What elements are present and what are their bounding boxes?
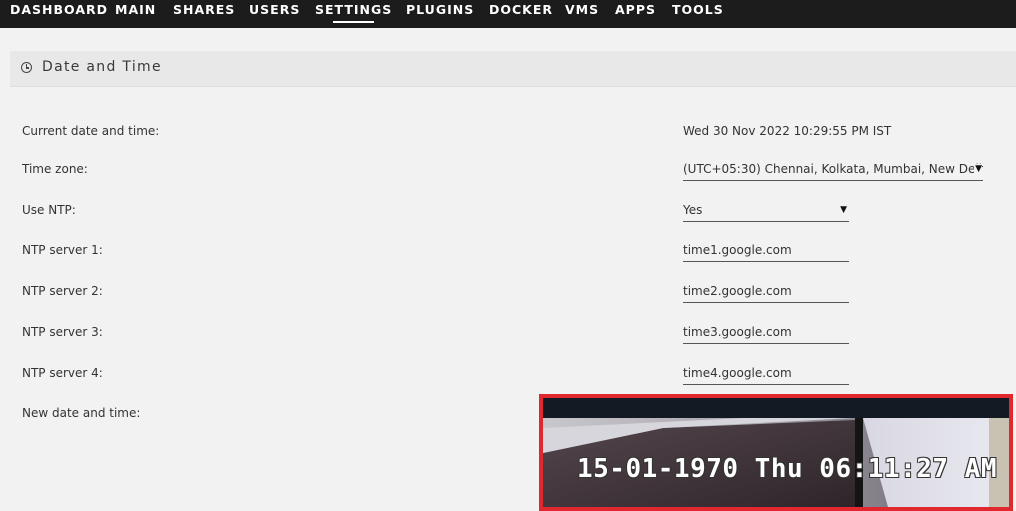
- ntp-select[interactable]: Yes ▼: [683, 201, 849, 222]
- nav-apps[interactable]: APPS: [615, 2, 656, 17]
- ntp-server-4-input[interactable]: time4.google.com: [683, 364, 849, 385]
- ntp-server-4-value: time4.google.com: [683, 366, 792, 380]
- clock-icon: [21, 62, 32, 73]
- nav-users[interactable]: USERS: [249, 2, 300, 17]
- top-nav-bar: DASHBOARD MAIN SHARES USERS SETTINGS PLU…: [0, 0, 1016, 28]
- chevron-down-icon: ▼: [974, 164, 982, 174]
- ntp-server-1-input[interactable]: time1.google.com: [683, 241, 849, 262]
- ntp-server-2-label: NTP server 2:: [22, 284, 103, 298]
- section-header: Date and Time: [10, 51, 1016, 87]
- nav-dashboard[interactable]: DASHBOARD: [10, 2, 108, 17]
- ntp-server-1-value: time1.google.com: [683, 243, 792, 257]
- ntp-label: Use NTP:: [22, 203, 76, 217]
- new-datetime-label: New date and time:: [22, 406, 141, 420]
- camera-snapshot: 15-01-1970 Thu 06:11:27 AM: [539, 394, 1013, 511]
- nav-tools[interactable]: TOOLS: [672, 2, 724, 17]
- nav-settings[interactable]: SETTINGS: [315, 2, 392, 23]
- nav-plugins[interactable]: PLUGINS: [406, 2, 474, 17]
- timezone-select[interactable]: (UTC+05:30) Chennai, Kolkata, Mumbai, Ne…: [683, 160, 983, 181]
- camera-snapshot-background: [543, 398, 1009, 507]
- ntp-server-3-value: time3.google.com: [683, 325, 792, 339]
- timezone-value: (UTC+05:30) Chennai, Kolkata, Mumbai, Ne…: [683, 162, 983, 176]
- nav-shares[interactable]: SHARES: [173, 2, 235, 17]
- ntp-server-3-label: NTP server 3:: [22, 325, 103, 339]
- ntp-server-3-input[interactable]: time3.google.com: [683, 323, 849, 344]
- timezone-label: Time zone:: [22, 162, 88, 176]
- ntp-server-1-label: NTP server 1:: [22, 243, 103, 257]
- ntp-server-2-input[interactable]: time2.google.com: [683, 282, 849, 303]
- nav-main[interactable]: MAIN: [115, 2, 156, 17]
- nav-docker[interactable]: DOCKER: [489, 2, 553, 17]
- camera-timestamp: 15-01-1970 Thu 06:11:27 AM: [577, 454, 997, 484]
- section-title: Date and Time: [42, 59, 162, 75]
- ntp-server-4-label: NTP server 4:: [22, 366, 103, 380]
- ntp-value: Yes: [683, 203, 703, 217]
- nav-vms[interactable]: VMS: [565, 2, 599, 17]
- ntp-server-2-value: time2.google.com: [683, 284, 792, 298]
- current-datetime-value: Wed 30 Nov 2022 10:29:55 PM IST: [683, 124, 892, 138]
- chevron-down-icon: ▼: [840, 205, 847, 215]
- current-datetime-label: Current date and time:: [22, 124, 160, 138]
